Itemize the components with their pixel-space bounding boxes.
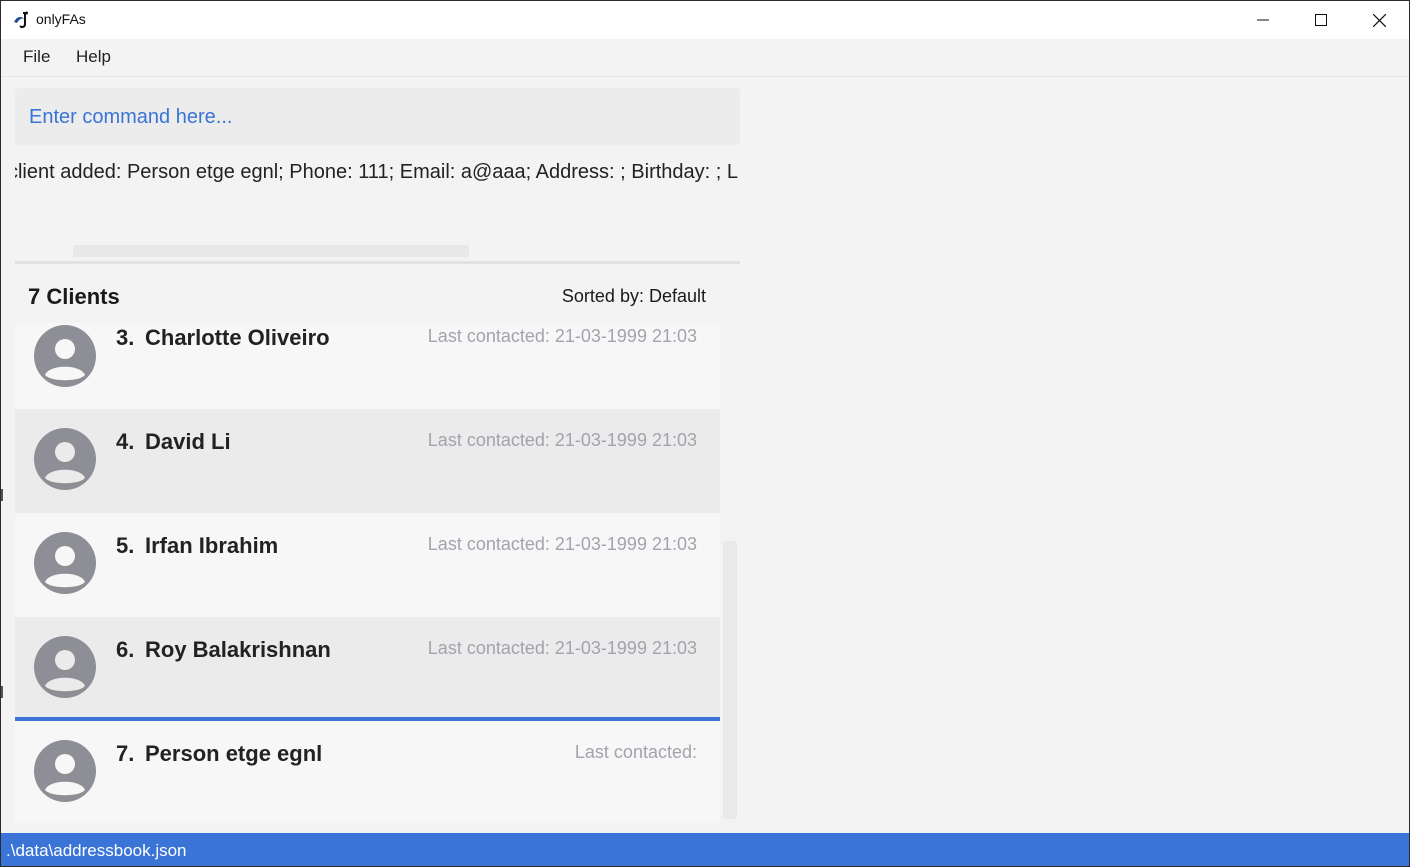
last-contacted: Last contacted: 21-03-1999 21:03: [427, 534, 697, 554]
client-name: Roy Balakrishnan: [145, 637, 331, 662]
edge-marker: [1, 686, 3, 698]
result-divider: [15, 261, 740, 264]
window-title: onlyFAs: [36, 11, 86, 27]
client-list-scrollbar[interactable]: [723, 541, 737, 819]
client-index: 3.: [116, 325, 135, 350]
close-button[interactable]: [1350, 1, 1408, 39]
edge-marker: [1, 489, 3, 501]
client-index: 6.: [116, 637, 135, 662]
command-input[interactable]: [29, 102, 719, 132]
client-name: Irfan Ibrahim: [145, 533, 279, 558]
command-box: [15, 88, 740, 145]
minimize-button[interactable]: [1234, 1, 1292, 39]
client-card[interactable]: 5. Irfan Ibrahim Last contacted: 21-03-1…: [15, 513, 720, 617]
last-contacted: Last contacted: 21-03-1999 21:03: [427, 638, 697, 658]
client-index: 7.: [116, 741, 135, 766]
title-bar[interactable]: onlyFAs: [1, 1, 1409, 39]
client-count-title: 7 Clients: [28, 284, 120, 309]
minimize-icon: [1257, 19, 1269, 21]
client-index: 5.: [116, 533, 135, 558]
client-list: 3. Charlotte Oliveiro Last contacted: 21…: [15, 323, 720, 823]
result-horizontal-scrollbar[interactable]: [73, 245, 469, 257]
client-name: Charlotte Oliveiro: [145, 325, 330, 350]
client-card[interactable]: 7. Person etge egnl Last contacted:: [15, 721, 720, 823]
menu-bar: File Help: [1, 39, 1409, 77]
maximize-icon: [1315, 14, 1327, 26]
client-name: David Li: [145, 429, 231, 454]
close-icon: [1372, 13, 1386, 27]
avatar-icon: [34, 740, 96, 802]
app-window: onlyFAs File Help New client added: Pers…: [0, 0, 1410, 867]
result-display: New client added: Person etge egnl; Phon…: [15, 151, 740, 263]
client-index: 4.: [116, 429, 135, 454]
avatar-icon: [34, 636, 96, 698]
maximize-button[interactable]: [1292, 1, 1350, 39]
app-logo-icon: [14, 11, 28, 29]
last-contacted: Last contacted: 21-03-1999 21:03: [427, 326, 697, 346]
menu-help[interactable]: Help: [76, 47, 111, 67]
menu-file[interactable]: File: [23, 47, 50, 67]
avatar-icon: [34, 325, 96, 387]
data-file-path: .\data\addressbook.json: [6, 841, 187, 860]
last-contacted: Last contacted:: [574, 742, 697, 762]
avatar-icon: [34, 532, 96, 594]
client-card[interactable]: 3. Charlotte Oliveiro Last contacted: 21…: [15, 323, 720, 409]
client-card-selected[interactable]: 6. Roy Balakrishnan Last contacted: 21-0…: [15, 617, 720, 721]
result-message: New client added: Person etge egnl; Phon…: [15, 161, 738, 183]
status-bar: .\data\addressbook.json: [1, 833, 1409, 866]
client-name: Person etge egnl: [145, 741, 323, 766]
avatar-icon: [34, 428, 96, 490]
sorted-by-label: Sorted by: Default: [561, 286, 706, 306]
client-card[interactable]: 4. David Li Last contacted: 21-03-1999 2…: [15, 409, 720, 513]
last-contacted: Last contacted: 21-03-1999 21:03: [427, 430, 697, 450]
